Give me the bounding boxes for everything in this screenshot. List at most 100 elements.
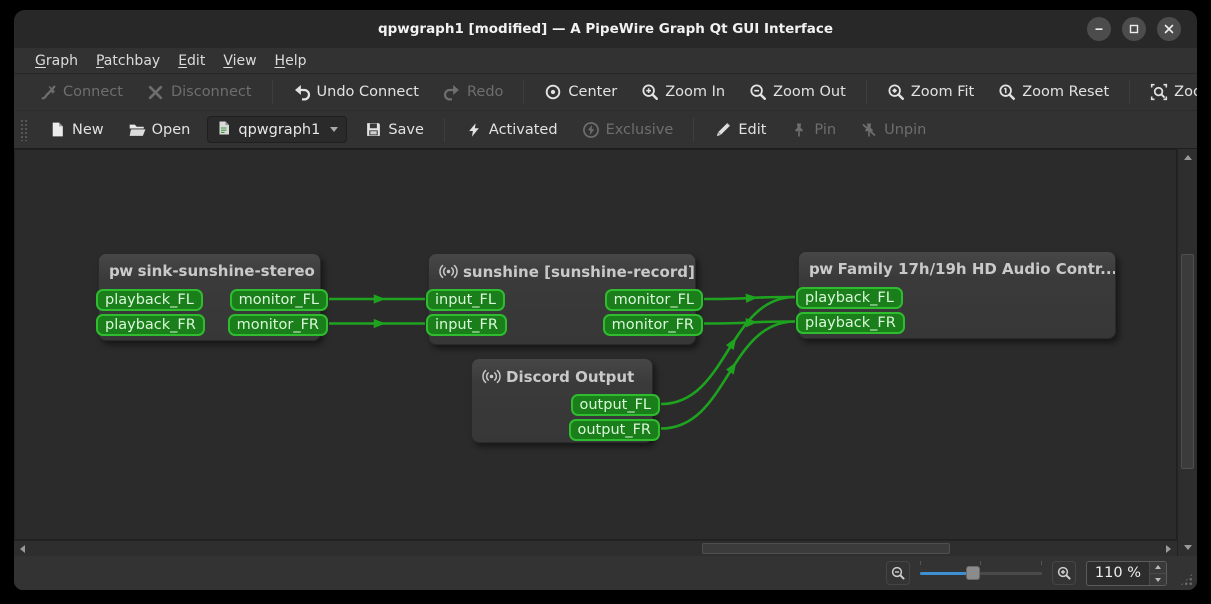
toolbar-button-unpin[interactable]: Unpin [849,116,937,144]
node-sunshine[interactable]: sunshine [sunshine-record] input_FL input_… [428,253,696,345]
toolbar-button-undo-connect[interactable]: Undo Connect [282,78,430,106]
port-monitor_FL[interactable]: monitor_FL [605,289,703,311]
menubar: GraphPatchbayEditViewHelp [14,48,1197,74]
toolbar-button-label: Pin [814,122,836,138]
zoom-spin-up[interactable] [1150,561,1166,573]
zoom-value[interactable]: 110 % [1087,565,1149,581]
toolbar-button-zoom-fit[interactable]: Zoom Fit [876,78,985,106]
titlebar[interactable]: qpwgraph1 [modified] — A PipeWire Graph … [14,10,1197,48]
status-zoom-out-button[interactable] [886,561,910,585]
close-button[interactable] [1157,17,1181,41]
menu-edit[interactable]: Edit [169,51,214,71]
toolbar-button-disconnect[interactable]: Disconnect [136,78,263,106]
node-discord-output[interactable]: Discord Outputoutput_FLoutput_FR [471,358,653,443]
toolbar-button-pin[interactable]: Pin [779,116,847,144]
port-playback_FL[interactable]: playback_FL [96,289,203,311]
port-output_FL[interactable]: output_FL [571,394,661,416]
minimize-button[interactable] [1087,17,1111,41]
menu-patchbay[interactable]: Patchbay [87,51,169,71]
zoom-out-icon [749,83,767,101]
toolbar-button-label: Connect [63,84,123,100]
slider-tick [980,561,981,565]
status-zoom-in-button[interactable] [1052,561,1076,585]
zoom-spinbox[interactable]: 110 % [1086,561,1167,586]
toolbar-button-label: Zoom Out [773,84,846,100]
toolbar-button-activated[interactable]: Activated [454,116,569,144]
port-playback_FR[interactable]: playback_FR [96,314,205,336]
menu-graph[interactable]: Graph [26,51,87,71]
vertical-scrollbar-thumb[interactable] [1181,254,1194,469]
toolbar-button-label: Center [568,84,617,100]
connection-sink-1-to-sunshine-1[interactable] [329,319,425,328]
toolbar-button-connect[interactable]: Connect [28,78,134,106]
center-icon [544,83,562,101]
zoom-spin-down[interactable] [1150,573,1166,585]
graph-column: pwsink-sunshine-stereoplayback_FLplaybac… [14,149,1177,556]
pipewire-icon: pw [809,260,833,278]
toolbar-button-center[interactable]: Center [533,78,628,106]
activated-icon [465,121,483,139]
main-area: pwsink-sunshine-stereoplayback_FLplaybac… [14,149,1197,556]
toolbar-button-redo[interactable]: Redo [432,78,514,106]
toolbar-button-label: Edit [738,122,766,138]
port-output_FR[interactable]: output_FR [569,419,661,441]
minimize-icon [1093,23,1105,35]
toolbar-separator [523,80,524,104]
toolbar-separator [272,80,273,104]
toolbar-button-zoom-in[interactable]: Zoom In [630,78,736,106]
node-header: sunshine [sunshine-record] [429,254,695,281]
port-playback_FL[interactable]: playback_FL [796,287,903,309]
port-input_FL[interactable]: input_FL [426,289,505,311]
redo-icon [443,83,461,101]
vertical-scrollbar[interactable] [1177,149,1197,556]
node-header: pwFamily 17h/19h HD Audio Contr... [799,252,1115,278]
maximize-button[interactable] [1122,17,1146,41]
toolbar-button-label: Zoom In [665,84,725,100]
unpin-icon [860,121,878,139]
node-sink-sunshine-stereo[interactable]: pwsink-sunshine-stereoplayback_FLplaybac… [98,253,321,341]
toolbar-button-save[interactable]: Save [353,116,435,144]
window-title: qpwgraph1 [modified] — A PipeWire Graph … [14,21,1197,37]
connection-arrow-icon [374,319,386,328]
toolbar-button-label: Zoom Range [1174,84,1197,100]
menu-help[interactable]: Help [266,51,316,71]
node-family-audio[interactable]: pwFamily 17h/19h HD Audio Contr... playba… [798,251,1116,339]
scroll-right-arrow[interactable] [1166,545,1171,553]
horizontal-scrollbar-thumb[interactable] [702,543,950,554]
port-monitor_FR[interactable]: monitor_FR [228,314,328,336]
toolbar-button-label: Zoom Fit [911,84,974,100]
toolbar-button-exclusive[interactable]: Exclusive [571,116,685,144]
port-input_FR[interactable]: input_FR [426,314,507,336]
toolbar-button-label: Undo Connect [317,84,419,100]
zoom-reset-icon [998,83,1016,101]
toolbar-button-zoom-reset[interactable]: Zoom Reset [987,78,1120,106]
toolbar-button-label: Zoom Reset [1022,84,1109,100]
toolbar-button-open[interactable]: Open [117,116,202,144]
scroll-up-arrow[interactable] [1184,155,1192,160]
menu-view[interactable]: View [214,51,265,71]
toolbar-button-zoom-range[interactable]: Zoom Range [1139,78,1197,106]
port-playback_FR[interactable]: playback_FR [796,312,905,334]
combo-patchbay-select[interactable]: qpwgraph1 [207,116,347,143]
connect-icon [39,83,57,101]
edit-icon [714,121,732,139]
resize-grip[interactable] [1180,573,1193,586]
scroll-down-arrow[interactable] [1184,545,1192,550]
connection-sink-0-to-sunshine-0[interactable] [329,294,425,303]
statusbar: 110 % [14,556,1197,590]
toolbar-button-zoom-out[interactable]: Zoom Out [738,78,857,106]
zoom-slider[interactable] [920,564,1042,582]
port-monitor_FR[interactable]: monitor_FR [603,314,703,336]
zoom-slider-handle[interactable] [966,566,980,580]
horizontal-scrollbar[interactable] [14,540,1177,556]
chevron-down-icon [330,127,338,132]
toolbar-button-new[interactable]: New [37,116,115,144]
stream-icon [439,262,458,281]
pipewire-icon: pw [109,262,133,280]
toolbar-handle[interactable] [20,119,29,141]
scroll-left-arrow[interactable] [20,545,25,553]
toolbar-button-label: Exclusive [606,122,674,138]
graph-canvas[interactable]: pwsink-sunshine-stereoplayback_FLplaybac… [14,149,1177,540]
port-monitor_FL[interactable]: monitor_FL [230,289,328,311]
toolbar-button-edit[interactable]: Edit [703,116,777,144]
